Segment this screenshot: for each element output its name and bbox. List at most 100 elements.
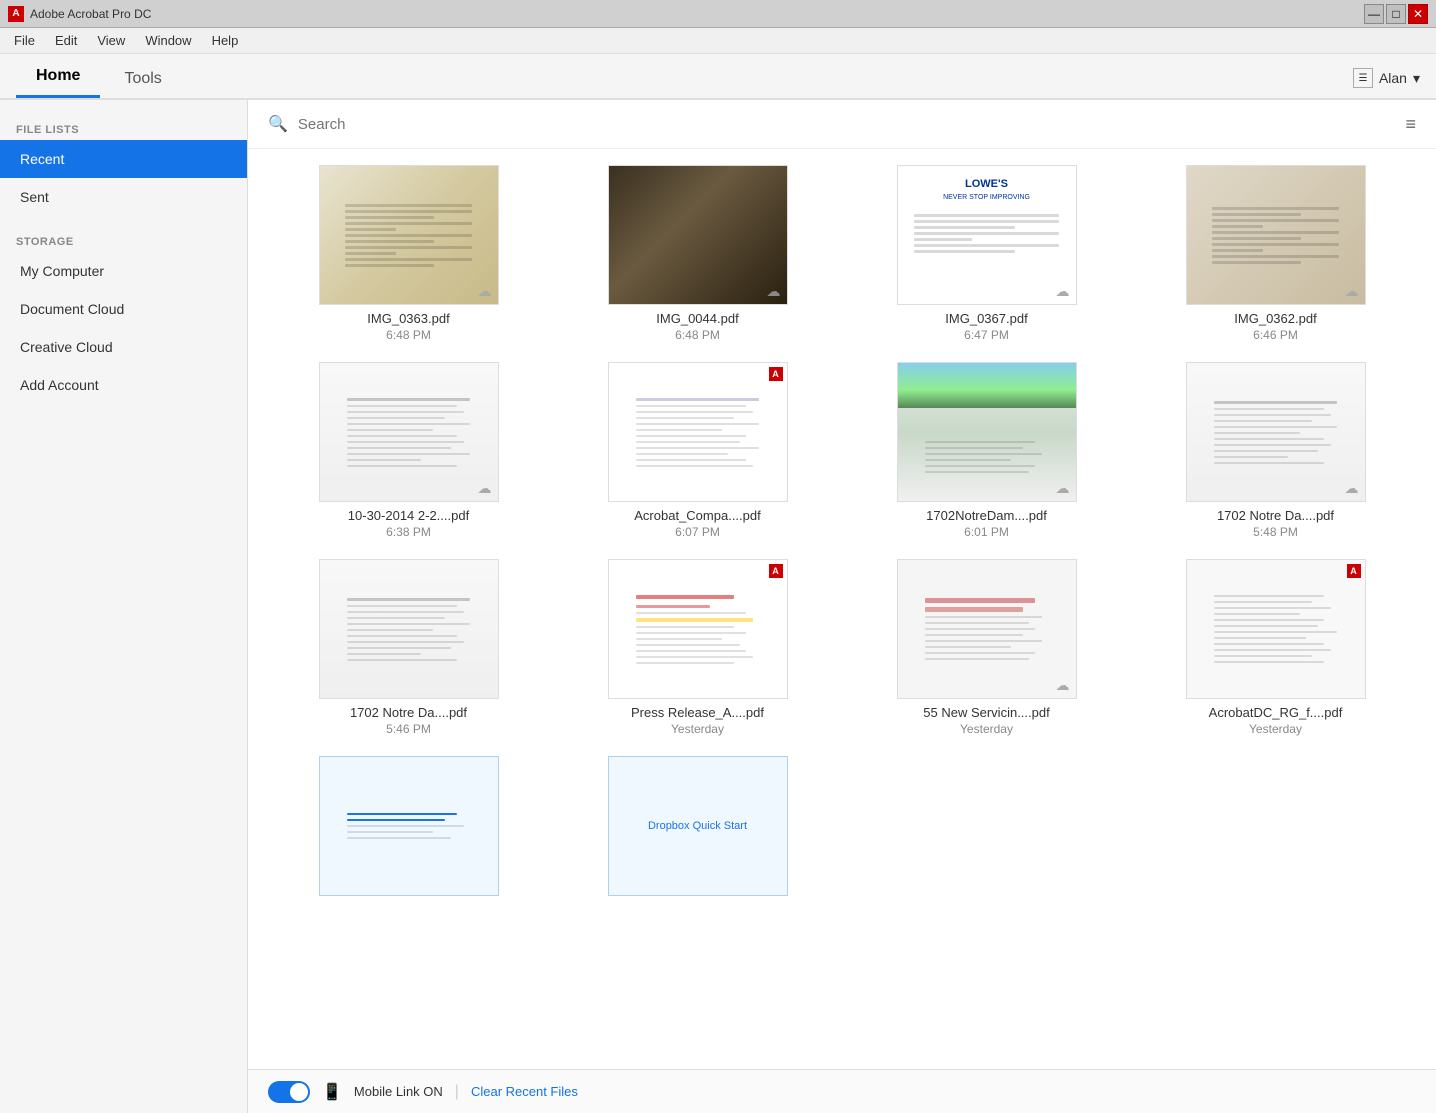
app-title: Adobe Acrobat Pro DC xyxy=(30,7,1428,21)
app-icon: A xyxy=(8,6,24,22)
close-button[interactable]: ✕ xyxy=(1408,4,1428,24)
file-name: 10-30-2014 2-2....pdf xyxy=(348,508,469,523)
file-time: Yesterday xyxy=(671,722,724,736)
sidebar-item-mycomputer[interactable]: My Computer xyxy=(0,252,247,290)
menu-help[interactable]: Help xyxy=(202,29,249,52)
file-thumbnail: LOWE'SNEVER STOP IMPROVING ☁ xyxy=(897,165,1077,305)
adobe-badge: A xyxy=(1347,564,1361,578)
tab-home[interactable]: Home xyxy=(16,57,100,98)
file-name: AcrobatDC_RG_f....pdf xyxy=(1209,705,1343,720)
file-thumbnail: ☁ xyxy=(897,559,1077,699)
cloud-icon: ☁ xyxy=(478,480,492,497)
content-area: 🔍 ≡ xyxy=(248,100,1436,1113)
dropbox-text: Dropbox Quick Start xyxy=(640,812,755,840)
cloud-icon: ☁ xyxy=(478,283,492,300)
file-time: 5:46 PM xyxy=(386,722,431,736)
file-time: Yesterday xyxy=(1249,722,1302,736)
cloud-icon: ☁ xyxy=(1345,480,1359,497)
file-name: Acrobat_Compa....pdf xyxy=(634,508,760,523)
maximize-button[interactable]: □ xyxy=(1386,4,1406,24)
search-input[interactable] xyxy=(298,116,1416,133)
file-name: 1702 Notre Da....pdf xyxy=(350,705,467,720)
search-icon: 🔍 xyxy=(268,114,288,134)
file-time: 6:46 PM xyxy=(1253,328,1298,342)
file-item[interactable]: A Press Release_A. xyxy=(561,559,834,736)
window-controls: — □ ✕ xyxy=(1364,4,1428,24)
file-name: Press Release_A....pdf xyxy=(631,705,764,720)
list-view-icon[interactable]: ≡ xyxy=(1405,114,1416,135)
file-item[interactable]: ☁ IMG_0362.pdf 6:46 PM xyxy=(1139,165,1412,342)
cloud-icon: ☁ xyxy=(1056,480,1070,497)
menu-edit[interactable]: Edit xyxy=(45,29,87,52)
file-thumbnail: A xyxy=(608,559,788,699)
file-thumbnail: ☁ xyxy=(319,362,499,502)
file-item[interactable]: LOWE'SNEVER STOP IMPROVING ☁ IMG_0367.pd… xyxy=(850,165,1123,342)
adobe-badge: A xyxy=(769,564,783,578)
file-name: IMG_0044.pdf xyxy=(656,311,738,326)
sidebar-item-sent[interactable]: Sent xyxy=(0,178,247,216)
file-name: IMG_0363.pdf xyxy=(367,311,449,326)
file-name: IMG_0362.pdf xyxy=(1234,311,1316,326)
cloud-icon: ☁ xyxy=(1056,283,1070,300)
file-item[interactable]: ☁ 1702 Notre Da....pdf 5:48 PM xyxy=(1139,362,1412,539)
file-time: 6:01 PM xyxy=(964,525,1009,539)
file-item[interactable]: ☁ IMG_0044.pdf 6:48 PM xyxy=(561,165,834,342)
file-item[interactable] xyxy=(272,756,545,904)
file-item[interactable]: ☁ 1702NotreDam....pdf 6:01 PM xyxy=(850,362,1123,539)
sidebar-item-recent[interactable]: Recent xyxy=(0,140,247,178)
user-dropdown-icon: ▾ xyxy=(1413,70,1420,87)
sidebar-item-addaccount[interactable]: Add Account xyxy=(0,366,247,404)
tab-tools[interactable]: Tools xyxy=(104,60,181,98)
storage-label: STORAGE xyxy=(0,228,247,252)
menu-view[interactable]: View xyxy=(87,29,135,52)
file-time: Yesterday xyxy=(960,722,1013,736)
file-time: 6:48 PM xyxy=(386,328,431,342)
file-name: 1702NotreDam....pdf xyxy=(926,508,1047,523)
bottom-bar: 📱 Mobile Link ON | Clear Recent Files xyxy=(248,1069,1436,1113)
menubar: File Edit View Window Help xyxy=(0,28,1436,54)
user-menu[interactable]: ☰ Alan ▾ xyxy=(1353,68,1420,88)
mobile-link-icon: 📱 xyxy=(322,1082,342,1102)
user-icon: ☰ xyxy=(1353,68,1373,88)
cloud-icon: ☁ xyxy=(1345,283,1359,300)
mobile-link-toggle[interactable] xyxy=(268,1081,310,1103)
file-item[interactable]: ☁ 55 New Servicin....pdf Yesterday xyxy=(850,559,1123,736)
file-item[interactable]: ☁ 10-30-2014 2-2....pdf 6:38 PM xyxy=(272,362,545,539)
file-lists-label: FILE LISTS xyxy=(0,116,247,140)
tabbar: Home Tools ☰ Alan ▾ xyxy=(0,54,1436,100)
file-grid: ☁ IMG_0363.pdf 6:48 PM ☁ IMG_0044.pdf 6:… xyxy=(248,149,1436,1069)
sidebar-item-documentcloud[interactable]: Document Cloud xyxy=(0,290,247,328)
file-name: IMG_0367.pdf xyxy=(945,311,1027,326)
adobe-badge: A xyxy=(769,367,783,381)
clear-recent-button[interactable]: Clear Recent Files xyxy=(471,1084,578,1099)
file-time: 6:48 PM xyxy=(675,328,720,342)
file-time: 5:48 PM xyxy=(1253,525,1298,539)
cloud-icon: ☁ xyxy=(767,283,781,300)
menu-window[interactable]: Window xyxy=(135,29,201,52)
cloud-icon: ☁ xyxy=(1056,677,1070,694)
file-item[interactable]: ☁ IMG_0363.pdf 6:48 PM xyxy=(272,165,545,342)
file-thumbnail: ☁ xyxy=(608,165,788,305)
main-layout: FILE LISTS Recent Sent STORAGE My Comput… xyxy=(0,100,1436,1113)
file-thumbnail: ☁ xyxy=(319,165,499,305)
file-name: 1702 Notre Da....pdf xyxy=(1217,508,1334,523)
file-thumbnail xyxy=(319,559,499,699)
file-item[interactable]: A Acr xyxy=(561,362,834,539)
username: Alan xyxy=(1379,70,1407,86)
sidebar: FILE LISTS Recent Sent STORAGE My Comput… xyxy=(0,100,248,1113)
file-thumbnail: ☁ xyxy=(1186,165,1366,305)
file-item-dropbox[interactable]: Dropbox Quick Start xyxy=(561,756,834,904)
minimize-button[interactable]: — xyxy=(1364,4,1384,24)
file-thumbnail: A xyxy=(1186,559,1366,699)
mobile-link-text: Mobile Link ON xyxy=(354,1084,443,1099)
file-thumbnail xyxy=(319,756,499,896)
menu-file[interactable]: File xyxy=(4,29,45,52)
file-item[interactable]: 1702 Notre Da....pdf 5:46 PM xyxy=(272,559,545,736)
file-thumbnail: Dropbox Quick Start xyxy=(608,756,788,896)
file-item[interactable]: A Acr xyxy=(1139,559,1412,736)
file-thumbnail: ☁ xyxy=(1186,362,1366,502)
file-time: 6:47 PM xyxy=(964,328,1009,342)
sidebar-item-creativecloud[interactable]: Creative Cloud xyxy=(0,328,247,366)
search-bar: 🔍 ≡ xyxy=(248,100,1436,149)
file-thumbnail: ☁ xyxy=(897,362,1077,502)
